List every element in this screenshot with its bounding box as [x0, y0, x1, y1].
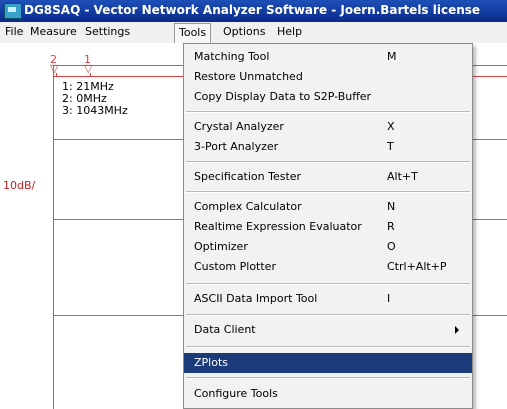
menu-item-shortcut: O	[387, 240, 396, 253]
menu-item-custom-plotter[interactable]: Custom Plotter Ctrl+Alt+P	[184, 257, 472, 277]
menu-item-specification-tester[interactable]: Specification Tester Alt+T	[184, 167, 472, 187]
legend-row: 3: 1043MHz	[62, 104, 128, 117]
menu-item-crystal-analyzer[interactable]: Crystal Analyzer X	[184, 117, 472, 137]
menu-separator	[186, 161, 470, 163]
app-icon	[4, 3, 22, 19]
marker-2-line	[56, 73, 57, 77]
menu-separator	[186, 377, 470, 379]
menu-item-optimizer[interactable]: Optimizer O	[184, 237, 472, 257]
plot-axis-line	[53, 65, 54, 409]
menu-separator	[186, 346, 470, 348]
menu-separator	[186, 191, 470, 193]
menu-settings[interactable]: Settings	[81, 22, 134, 42]
menu-item-label: Optimizer	[194, 240, 248, 253]
menu-item-label: Realtime Expression Evaluator	[194, 220, 362, 233]
menu-item-shortcut: N	[387, 200, 396, 213]
menu-item-ascii-data-import-tool[interactable]: ASCII Data Import Tool I	[184, 289, 472, 309]
menu-item-label: Matching Tool	[194, 50, 270, 63]
menu-tools[interactable]: Tools	[174, 23, 212, 44]
menu-bar: File Measure Settings Tools Options Help	[0, 22, 507, 44]
menu-item-label: Configure Tools	[194, 387, 278, 400]
menu-options[interactable]: Options	[219, 22, 269, 42]
menu-item-label: 3-Port Analyzer	[194, 140, 279, 153]
menu-item-realtime-expression-evaluator[interactable]: Realtime Expression Evaluator R	[184, 217, 472, 237]
menu-help[interactable]: Help	[273, 22, 306, 42]
menu-file[interactable]: File	[1, 22, 27, 42]
menu-item-shortcut: T	[387, 140, 394, 153]
menu-item-label: Crystal Analyzer	[194, 120, 284, 133]
menu-item-data-client[interactable]: Data Client	[184, 320, 472, 340]
menu-separator	[186, 283, 470, 285]
menu-item-shortcut: Ctrl+Alt+P	[387, 260, 447, 273]
menu-item-shortcut: M	[387, 50, 397, 63]
menu-item-shortcut: I	[387, 292, 391, 305]
marker-1-icon[interactable]: ▽	[84, 62, 92, 75]
menu-separator	[186, 111, 470, 113]
menu-item-label: Restore Unmatched	[194, 70, 303, 83]
menu-item-label: Specification Tester	[194, 170, 302, 183]
menu-item-zplots[interactable]: ZPlots	[184, 353, 472, 373]
menu-item-shortcut: Alt+T	[387, 170, 418, 183]
menu-item-shortcut: R	[387, 220, 395, 233]
menu-item-label: ZPlots	[194, 356, 228, 369]
menu-measure[interactable]: Measure	[26, 22, 81, 42]
tools-menu: Matching Tool M Restore Unmatched Copy D…	[183, 43, 473, 409]
title-bar: DG8SAQ - Vector Network Analyzer Softwar…	[0, 0, 507, 22]
menu-item-shortcut: X	[387, 120, 395, 133]
marker-2-icon[interactable]: ▽	[50, 62, 58, 75]
menu-item-label: Data Client	[194, 323, 256, 336]
menu-item-complex-calculator[interactable]: Complex Calculator N	[184, 197, 472, 217]
menu-item-label: ASCII Data Import Tool	[194, 292, 318, 305]
menu-item-label: Custom Plotter	[194, 260, 276, 273]
submenu-arrow-icon	[455, 326, 459, 334]
menu-item-label: Complex Calculator	[194, 200, 302, 213]
menu-item-restore-unmatched[interactable]: Restore Unmatched	[184, 67, 472, 87]
menu-item-3-port-analyzer[interactable]: 3-Port Analyzer T	[184, 137, 472, 157]
window-title: DG8SAQ - Vector Network Analyzer Softwar…	[24, 3, 481, 17]
marker-1-line	[90, 73, 91, 77]
menu-item-matching-tool[interactable]: Matching Tool M	[184, 47, 472, 67]
menu-separator	[186, 314, 470, 316]
marker-legend: 1: 21MHz 2: 0MHz 3: 1043MHz	[62, 81, 128, 117]
menu-item-configure-tools[interactable]: Configure Tools	[184, 384, 472, 404]
scale-label: 10dB/	[3, 179, 36, 192]
menu-item-copy-display-data[interactable]: Copy Display Data to S2P-Buffer	[184, 87, 472, 107]
menu-item-label: Copy Display Data to S2P-Buffer	[194, 90, 372, 103]
